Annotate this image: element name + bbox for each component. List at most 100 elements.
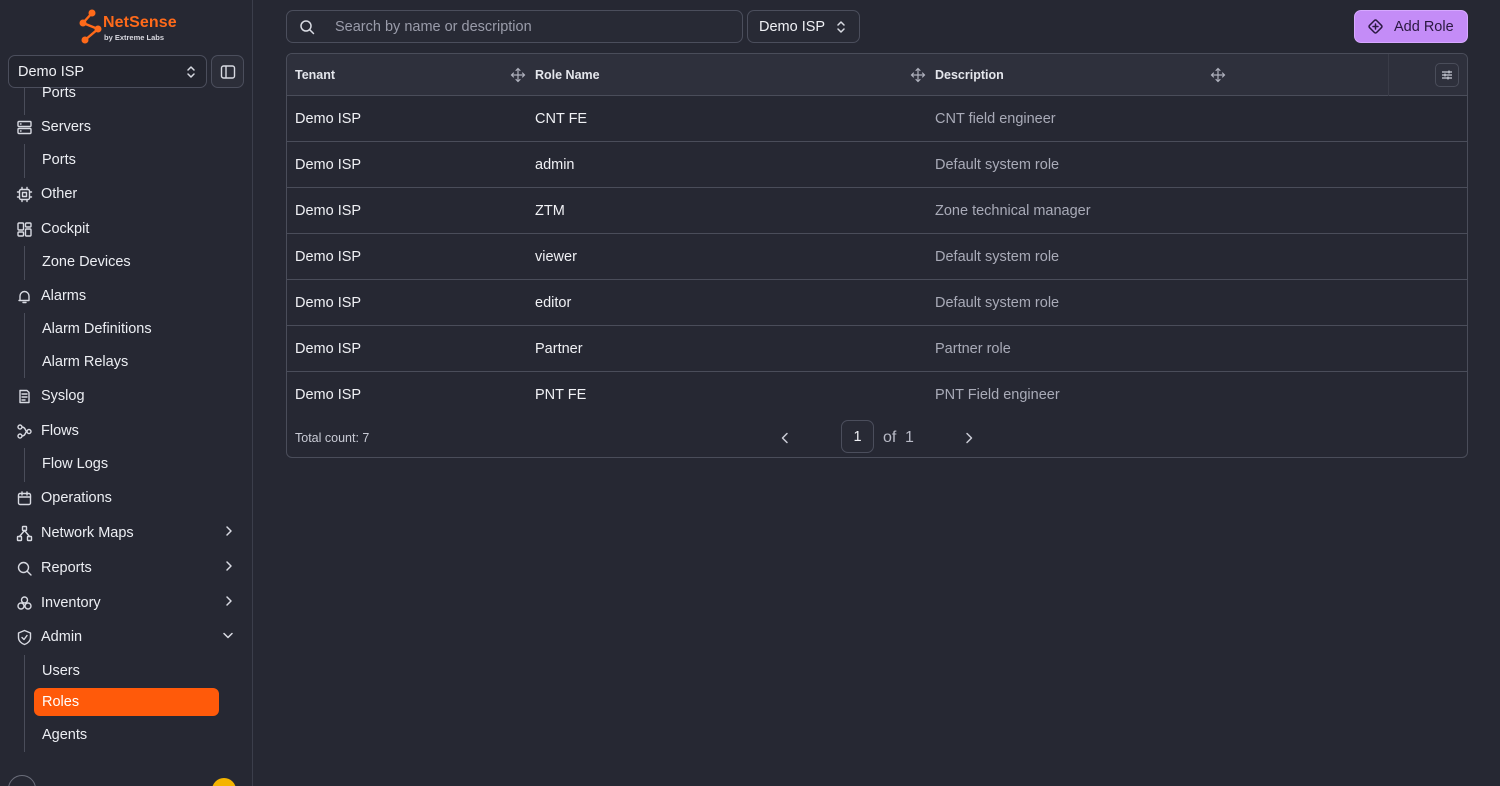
nav-item-reports[interactable]: Reports bbox=[16, 555, 234, 581]
table-row[interactable]: Demo ISP viewer Default system role bbox=[287, 234, 1467, 280]
submenu-guide-line bbox=[24, 246, 25, 280]
table-row[interactable]: Demo ISP admin Default system role bbox=[287, 142, 1467, 188]
submenu-guide-line bbox=[24, 88, 25, 115]
search-icon bbox=[300, 19, 315, 34]
nav-label: Users bbox=[42, 663, 80, 679]
nav-label: Zone Devices bbox=[42, 254, 131, 270]
nav-item-admin[interactable]: Admin bbox=[16, 624, 234, 650]
nav-label: Inventory bbox=[41, 595, 101, 611]
document-icon bbox=[19, 389, 30, 403]
role-name-cell: ZTM bbox=[535, 203, 565, 219]
cpu-icon bbox=[16, 186, 33, 202]
nav-label: Ports bbox=[42, 152, 76, 168]
column-divider bbox=[1388, 54, 1389, 96]
nav-subitem-users[interactable]: Users bbox=[34, 657, 219, 685]
table-footer: Total count: 7 1 of 1 bbox=[287, 418, 1467, 457]
nav-subitem-flow-logs[interactable]: Flow Logs bbox=[34, 450, 219, 478]
page-number-input[interactable]: 1 bbox=[841, 420, 874, 453]
nav-item-other[interactable]: Other bbox=[16, 181, 234, 207]
column-settings-button[interactable] bbox=[1435, 63, 1459, 87]
chevron-right-icon bbox=[226, 561, 232, 571]
submenu-guide-line bbox=[24, 313, 25, 378]
nav-label: Network Maps bbox=[41, 525, 134, 541]
submenu-guide-line bbox=[24, 448, 25, 482]
nav-item-operations[interactable]: Operations bbox=[16, 485, 234, 511]
column-resize-icon[interactable] bbox=[510, 67, 526, 83]
role-name-cell: viewer bbox=[535, 249, 577, 265]
flow-icon bbox=[17, 423, 32, 439]
table-row[interactable]: Demo ISP Partner Partner role bbox=[287, 326, 1467, 372]
column-header-description[interactable]: Description bbox=[935, 54, 1004, 96]
role-name-cell: PNT FE bbox=[535, 387, 587, 403]
nav-item-servers[interactable]: Servers bbox=[16, 114, 234, 140]
boxes-icon bbox=[17, 595, 32, 610]
add-role-button[interactable]: Add Role bbox=[1354, 10, 1468, 43]
tenant-filter-select[interactable]: Demo ISP bbox=[747, 10, 860, 43]
description-cell: PNT Field engineer bbox=[935, 387, 1060, 403]
chevron-right-icon bbox=[966, 432, 973, 444]
nav-subitem-ports[interactable]: Ports bbox=[34, 79, 219, 107]
nav-item-inventory[interactable]: Inventory bbox=[16, 590, 234, 616]
nav-subitem-ports[interactable]: Ports bbox=[34, 146, 219, 174]
column-resize-icon[interactable] bbox=[910, 67, 926, 83]
chevron-up-down-icon bbox=[837, 20, 845, 33]
description-cell: Default system role bbox=[935, 157, 1060, 173]
bell-icon bbox=[18, 290, 30, 303]
chevron-right-icon bbox=[226, 526, 232, 536]
nav-subitem-alarm-relays[interactable]: Alarm Relays bbox=[34, 348, 219, 376]
nav-label: Alarm Definitions bbox=[42, 321, 152, 337]
nav-label: Roles bbox=[42, 694, 80, 710]
nav-label: Agents bbox=[42, 727, 88, 743]
add-role-label: Add Role bbox=[1394, 18, 1454, 35]
table-header: Tenant Role Name Description bbox=[287, 54, 1467, 96]
nav-subitem-zone-devices[interactable]: Zone Devices bbox=[34, 248, 219, 276]
role-name-cell: CNT FE bbox=[535, 111, 588, 127]
column-header-role-name[interactable]: Role Name bbox=[535, 54, 600, 96]
table-row[interactable]: Demo ISP CNT FE CNT field engineer bbox=[287, 96, 1467, 142]
next-page-button[interactable] bbox=[959, 428, 979, 448]
tenant-cell: Demo ISP bbox=[295, 341, 362, 357]
page-total: 1 bbox=[905, 429, 914, 446]
previous-page-button[interactable] bbox=[775, 428, 795, 448]
tenant-cell: Demo ISP bbox=[295, 387, 362, 403]
server-icon bbox=[17, 120, 32, 134]
sliders-icon bbox=[1442, 70, 1452, 80]
roles-table: Tenant Role Name Description Demo ISP CNT… bbox=[286, 53, 1468, 458]
column-header-tenant[interactable]: Tenant bbox=[295, 54, 335, 96]
submenu-guide-line bbox=[24, 144, 25, 178]
description-cell: Default system role bbox=[935, 249, 1060, 265]
table-row[interactable]: Demo ISP editor Default system role bbox=[287, 280, 1467, 326]
description-cell: Partner role bbox=[935, 341, 1011, 357]
search-input[interactable] bbox=[327, 18, 742, 35]
tenant-cell: Demo ISP bbox=[295, 157, 362, 173]
nav-item-cockpit[interactable]: Cockpit bbox=[16, 216, 234, 242]
nav-subitem-agents[interactable]: Agents bbox=[34, 721, 219, 749]
nav-subitem-alarm-definitions[interactable]: Alarm Definitions bbox=[34, 315, 219, 343]
nav-label: Other bbox=[41, 186, 78, 202]
submenu-guide-line bbox=[24, 655, 25, 752]
nav-item-flows[interactable]: Flows bbox=[16, 418, 234, 444]
sidebar: NetSense by Extreme Labs Demo ISP Ports S… bbox=[0, 0, 253, 786]
description-cell: Default system role bbox=[935, 295, 1060, 311]
dashboard-icon bbox=[17, 221, 32, 237]
nav-item-network-maps[interactable]: Network Maps bbox=[16, 520, 234, 546]
column-resize-icon[interactable] bbox=[1210, 67, 1226, 83]
nav-label: Admin bbox=[41, 629, 83, 645]
nav-subitem-roles[interactable]: Roles bbox=[34, 688, 219, 716]
nav-label: Reports bbox=[41, 560, 92, 576]
role-name-cell: editor bbox=[535, 295, 572, 311]
shield-icon bbox=[17, 629, 32, 645]
nav-item-alarms[interactable]: Alarms bbox=[16, 283, 234, 309]
chevron-down-icon bbox=[223, 632, 233, 639]
nav-label: Syslog bbox=[41, 388, 85, 404]
nav-label: Flows bbox=[41, 423, 79, 439]
table-row[interactable]: Demo ISP PNT FE PNT Field engineer bbox=[287, 372, 1467, 418]
page-of-label: of bbox=[883, 429, 897, 446]
table-row[interactable]: Demo ISP ZTM Zone technical manager bbox=[287, 188, 1467, 234]
search-bar[interactable] bbox=[286, 10, 743, 43]
tenant-cell: Demo ISP bbox=[295, 295, 362, 311]
nav-label: Ports bbox=[42, 85, 76, 101]
nav-item-syslog[interactable]: Syslog bbox=[16, 383, 234, 409]
total-count: Total count: 7 bbox=[295, 431, 370, 445]
nav-label: Operations bbox=[41, 490, 112, 506]
